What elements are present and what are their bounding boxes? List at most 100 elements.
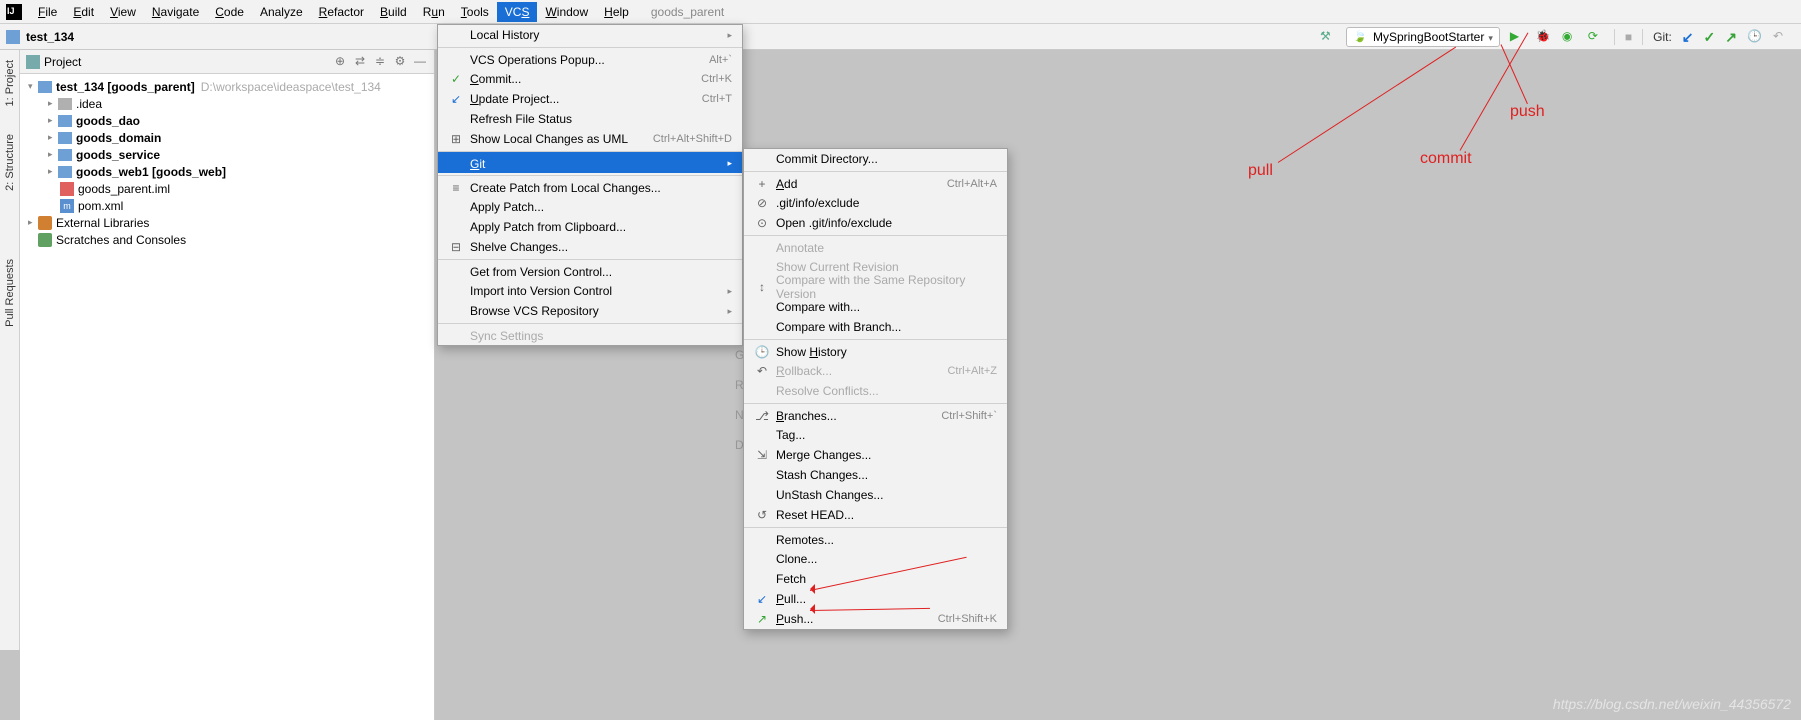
git-menu-item[interactable]: ↗Push...Ctrl+Shift+K: [744, 609, 1007, 629]
menu-code[interactable]: Code: [207, 2, 252, 22]
menu-help[interactable]: Help: [596, 2, 637, 22]
build-icon[interactable]: ⚒: [1320, 29, 1336, 45]
expand-arrow-icon[interactable]: ▸: [48, 149, 58, 160]
menu-item-label: Show History: [776, 345, 997, 359]
vcs-menu-item[interactable]: Apply Patch from Clipboard...: [438, 217, 742, 237]
hide-icon[interactable]: —: [412, 54, 428, 70]
run-coverage-icon[interactable]: ◉: [1562, 29, 1578, 45]
menu-build[interactable]: Build: [372, 2, 415, 22]
project-folder-icon: [6, 30, 20, 44]
arrowhead-icon: [805, 584, 815, 594]
tree-item-goods-service[interactable]: ▸ goods_service: [20, 146, 434, 163]
git-menu-item[interactable]: ⊙Open .git/info/exclude: [744, 213, 1007, 233]
menu-item-label: Local History: [470, 28, 721, 42]
git-menu-item[interactable]: ⊘.git/info/exclude: [744, 193, 1007, 213]
vcs-menu-item[interactable]: VCS Operations Popup...Alt+`: [438, 47, 742, 69]
breadcrumb-project[interactable]: test_134: [26, 30, 74, 44]
menu-file[interactable]: File: [30, 2, 65, 22]
git-menu-item[interactable]: 🕒Show History: [744, 339, 1007, 361]
vcs-menu-item[interactable]: Git▸: [438, 151, 742, 173]
run-configuration-selector[interactable]: MySpringBootStarter: [1346, 27, 1500, 47]
maven-file-icon: m: [60, 199, 74, 213]
menu-tools[interactable]: Tools: [453, 2, 497, 22]
menu-item-label: Update Project...: [470, 92, 696, 106]
menu-item-shortcut: Ctrl+Alt+A: [947, 178, 997, 190]
vcs-menu-item[interactable]: ≡Create Patch from Local Changes...: [438, 175, 742, 197]
settings-gear-icon[interactable]: ⚙: [392, 54, 408, 70]
menu-analyze[interactable]: Analyze: [252, 2, 311, 22]
expand-arrow-icon[interactable]: ▾: [28, 81, 38, 92]
git-menu-item[interactable]: Compare with Branch...: [744, 317, 1007, 337]
git-menu-item[interactable]: Stash Changes...: [744, 465, 1007, 485]
git-menu-item[interactable]: ↙Pull...: [744, 589, 1007, 609]
tree-item-goods-dao[interactable]: ▸ goods_dao: [20, 112, 434, 129]
expand-arrow-icon[interactable]: ▸: [48, 166, 58, 177]
tree-item-goods-web[interactable]: ▸ goods_web1 [goods_web]: [20, 163, 434, 180]
menu-view[interactable]: View: [102, 2, 144, 22]
vcs-menu-item[interactable]: ↙Update Project...Ctrl+T: [438, 89, 742, 109]
git-menu-item[interactable]: Commit Directory...: [744, 149, 1007, 169]
menu-navigate[interactable]: Navigate: [144, 2, 207, 22]
vcs-menu-item[interactable]: ⊟Shelve Changes...: [438, 237, 742, 257]
submenu-arrow-icon: ▸: [727, 306, 732, 317]
git-label: Git:: [1653, 30, 1672, 44]
vcs-menu-item[interactable]: ⊞Show Local Changes as UMLCtrl+Alt+Shift…: [438, 129, 742, 149]
vcs-menu-item[interactable]: Local History▸: [438, 25, 742, 45]
expand-arrow-icon[interactable]: ▸: [28, 217, 38, 228]
tab-structure[interactable]: 2: Structure: [2, 130, 18, 195]
spring-leaf-icon: [1353, 29, 1369, 45]
git-pull-icon[interactable]: ↙: [1682, 29, 1694, 46]
git-menu-item[interactable]: UnStash Changes...: [744, 485, 1007, 505]
history-icon[interactable]: 🕒: [1747, 29, 1763, 45]
main-menubar: File Edit View Navigate Code Analyze Ref…: [0, 0, 1801, 24]
vcs-menu-item[interactable]: Apply Patch...: [438, 197, 742, 217]
git-menu-item[interactable]: + Add Ctrl+Alt+A: [744, 171, 1007, 193]
git-menu-item: Annotate: [744, 235, 1007, 257]
git-menu-item[interactable]: Fetch: [744, 569, 1007, 589]
menu-item-label: Compare with Branch...: [776, 320, 997, 334]
menu-edit[interactable]: Edit: [65, 2, 102, 22]
tree-item-goods-domain[interactable]: ▸ goods_domain: [20, 129, 434, 146]
tree-item-idea[interactable]: ▸ .idea: [20, 95, 434, 112]
menu-window[interactable]: Window: [537, 2, 596, 22]
expand-arrow-icon[interactable]: ▸: [48, 115, 58, 126]
expand-arrow-icon[interactable]: ▸: [48, 132, 58, 143]
menu-run[interactable]: Run: [415, 2, 453, 22]
git-push-icon[interactable]: ↗: [1725, 29, 1737, 46]
select-opened-file-icon[interactable]: ⊕: [332, 54, 348, 70]
menu-vcs[interactable]: VCS: [497, 2, 538, 22]
git-menu-item[interactable]: ⎇Branches...Ctrl+Shift+`: [744, 403, 1007, 425]
vcs-menu-item[interactable]: Browse VCS Repository▸: [438, 301, 742, 321]
tree-item-iml[interactable]: goods_parent.iml: [20, 180, 434, 197]
menu-refactor[interactable]: Refactor: [311, 2, 372, 22]
tree-scratches[interactable]: Scratches and Consoles: [20, 231, 434, 248]
vcs-menu-item[interactable]: Get from Version Control...: [438, 259, 742, 281]
vcs-menu-item[interactable]: ✓Commit...Ctrl+K: [438, 69, 742, 89]
tree-root[interactable]: ▾ test_134 [goods_parent] D:\workspace\i…: [20, 78, 434, 95]
git-menu-item[interactable]: Remotes...: [744, 527, 1007, 549]
debug-icon[interactable]: 🐞: [1536, 29, 1552, 45]
project-title[interactable]: Project: [44, 55, 328, 69]
tree-item-pom[interactable]: m pom.xml: [20, 197, 434, 214]
git-menu-item[interactable]: ↺Reset HEAD...: [744, 505, 1007, 525]
git-menu-item[interactable]: Compare with...: [744, 297, 1007, 317]
git-menu-item[interactable]: ⇲Merge Changes...: [744, 445, 1007, 465]
menu-item-icon: ↺: [754, 508, 770, 522]
vcs-menu-item[interactable]: Import into Version Control▸: [438, 281, 742, 301]
cycle-icon[interactable]: ⟳: [1588, 29, 1604, 45]
collapse-all-icon[interactable]: ≑: [372, 54, 388, 70]
project-tree[interactable]: ▾ test_134 [goods_parent] D:\workspace\i…: [20, 74, 434, 252]
vcs-menu-item[interactable]: Refresh File Status: [438, 109, 742, 129]
tab-project[interactable]: 1: Project: [2, 56, 18, 110]
menu-item-label: Add: [776, 177, 941, 191]
menu-item-icon: +: [754, 177, 770, 191]
rollback-icon[interactable]: ↶: [1773, 29, 1789, 45]
expand-all-icon[interactable]: ⇄: [352, 54, 368, 70]
tab-pull-requests[interactable]: Pull Requests: [2, 255, 18, 331]
git-menu-item[interactable]: Tag...: [744, 425, 1007, 445]
expand-arrow-icon[interactable]: ▸: [48, 98, 58, 109]
git-menu-item[interactable]: Clone...: [744, 549, 1007, 569]
iml-file-icon: [60, 182, 74, 196]
git-commit-icon[interactable]: ✓: [1704, 29, 1716, 46]
tree-external-libraries[interactable]: ▸ External Libraries: [20, 214, 434, 231]
